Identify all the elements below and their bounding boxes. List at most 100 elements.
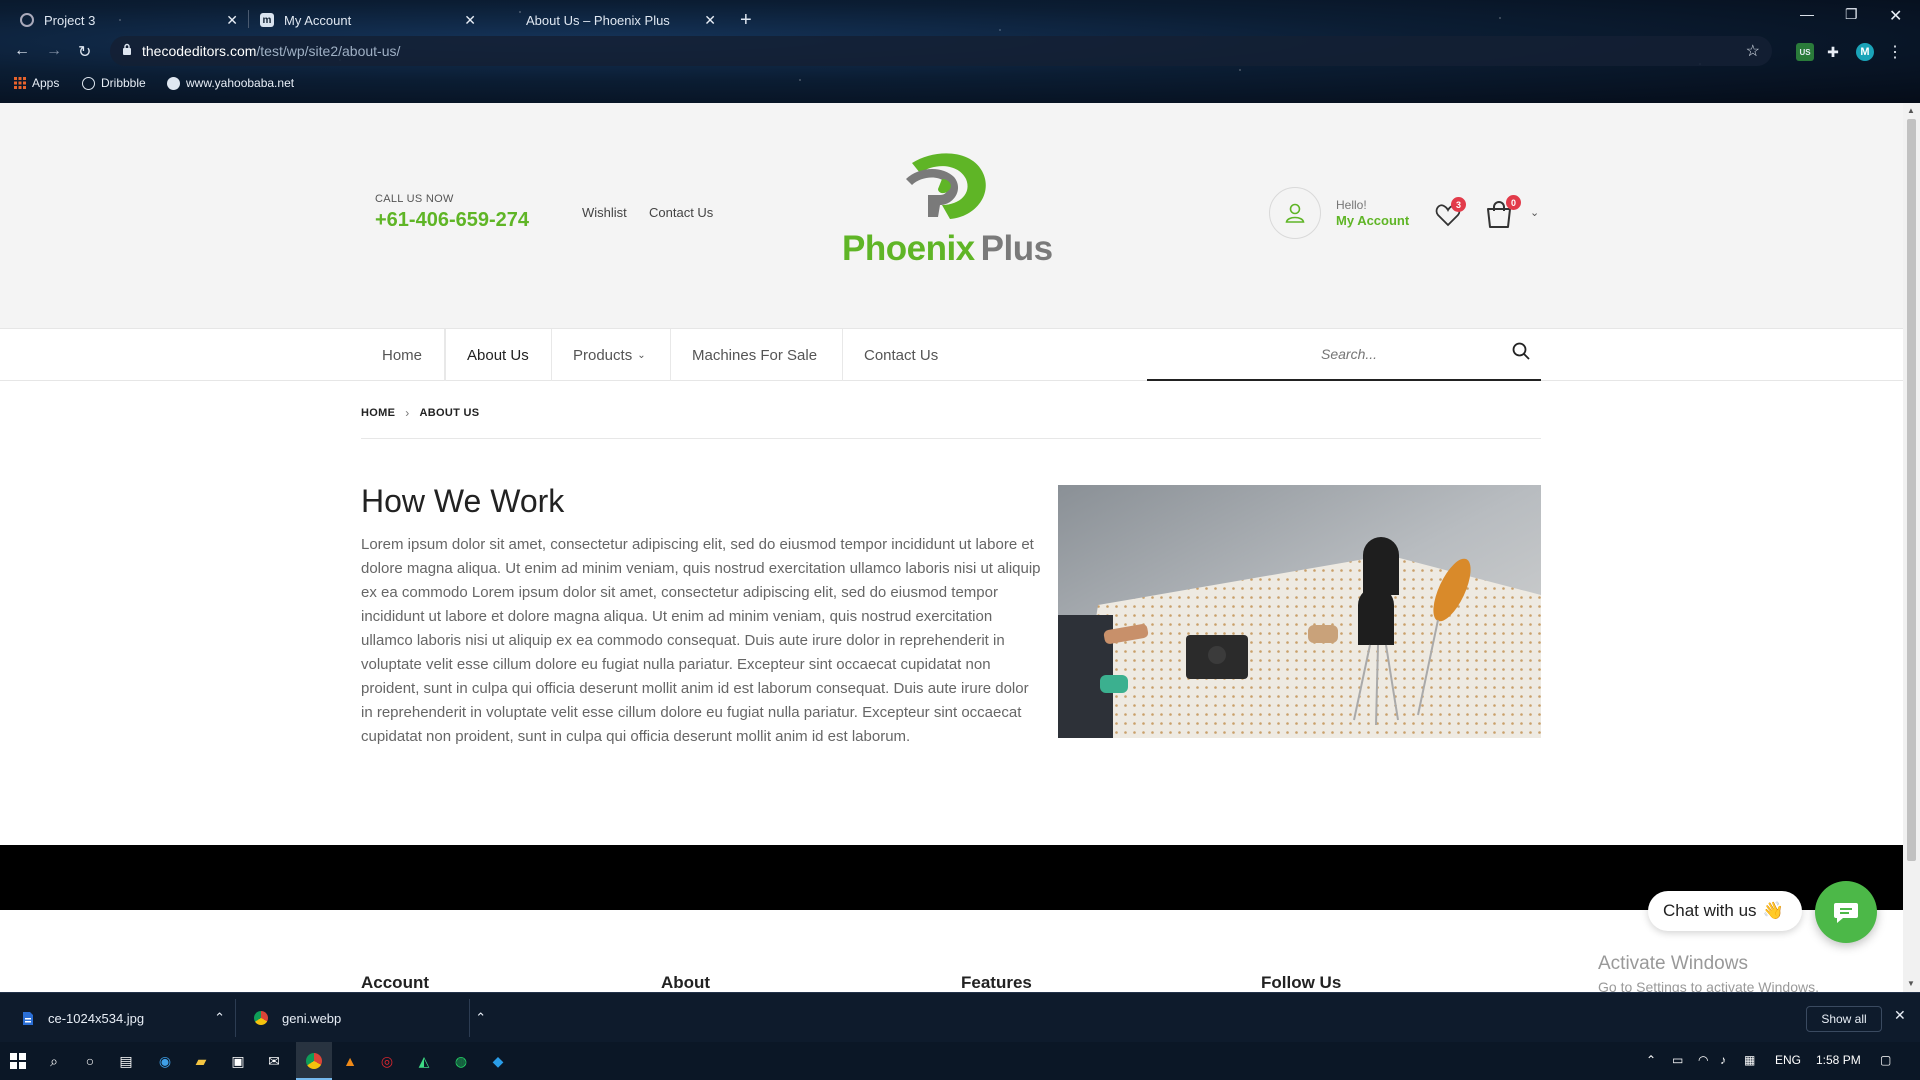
header-link-contact[interactable]: Contact Us <box>649 205 713 220</box>
nav-about-us[interactable]: About Us <box>445 329 552 381</box>
tab-title: About Us – Phoenix Plus <box>526 12 670 28</box>
download-item[interactable]: ce-1024x534.jpg ⌃ <box>22 993 225 1043</box>
nav-products[interactable]: Products ⌄ <box>552 329 671 381</box>
vscode-icon[interactable]: ◆ <box>488 1051 508 1071</box>
breadcrumb: HOME › ABOUT US <box>361 406 479 420</box>
network-icon[interactable]: ◠ <box>1698 1053 1708 1067</box>
nav-label: About Us <box>467 346 529 364</box>
account-button[interactable] <box>1269 187 1321 239</box>
my-account-link[interactable]: My Account <box>1336 213 1409 228</box>
extensions-puzzle-icon[interactable]: ✚ <box>1824 43 1842 61</box>
profile-avatar[interactable]: M <box>1856 43 1874 61</box>
clock[interactable]: 1:58 PM <box>1816 1053 1861 1067</box>
footer-heading-follow-us: Follow Us <box>1261 973 1342 992</box>
opera-icon[interactable]: ◎ <box>377 1051 397 1071</box>
reload-icon[interactable]: ↻ <box>78 42 91 62</box>
search-icon[interactable] <box>1512 342 1530 360</box>
bookmark-star-icon[interactable]: ☆ <box>1746 41 1760 61</box>
file-explorer-icon[interactable]: ▰ <box>191 1051 211 1071</box>
edge-icon[interactable]: ◉ <box>155 1051 175 1071</box>
tab-my-account[interactable]: m My Account ✕ <box>260 6 476 34</box>
url-text: thecodeditors.com/test/wp/site2/about-us… <box>142 43 400 59</box>
minimize-icon[interactable]: — <box>1800 6 1814 22</box>
url-host: thecodeditors.com <box>142 43 257 59</box>
task-view-icon[interactable]: ▤ <box>116 1051 136 1071</box>
chat-bubble-icon <box>1834 903 1858 923</box>
menu-dots-icon[interactable]: ⋮ <box>1886 43 1904 61</box>
new-tab-button[interactable]: + <box>740 6 758 34</box>
whatsapp-icon[interactable]: ◍ <box>451 1051 471 1071</box>
search-input[interactable] <box>1321 343 1501 365</box>
download-filename: ce-1024x534.jpg <box>48 1010 145 1026</box>
breadcrumb-current: ABOUT US <box>419 407 480 419</box>
bookmark-yahoobaba[interactable]: www.yahoobaba.net <box>167 76 294 90</box>
back-icon[interactable]: ← <box>14 42 30 60</box>
notification-icon[interactable]: ▢ <box>1880 1053 1891 1067</box>
forward-icon[interactable]: → <box>46 42 62 60</box>
close-window-icon[interactable]: ✕ <box>1889 6 1902 26</box>
chevron-up-icon[interactable]: ⌃ <box>475 1010 486 1026</box>
mail-icon[interactable]: ✉ <box>264 1051 284 1071</box>
show-all-button[interactable]: Show all <box>1806 1006 1882 1032</box>
scrollbar-thumb[interactable] <box>1907 119 1916 861</box>
bookmark-label: Dribbble <box>101 76 146 90</box>
windows-activation-watermark: Activate Windows Go to Settings to activ… <box>1598 953 1819 992</box>
windows-start-icon[interactable] <box>8 1051 28 1071</box>
search-box <box>1147 329 1541 381</box>
cart-chevron-down-icon[interactable]: ⌄ <box>1530 206 1539 219</box>
address-bar[interactable]: thecodeditors.com/test/wp/site2/about-us… <box>110 36 1772 66</box>
page-scrollbar[interactable]: ▲ ▼ <box>1903 103 1920 992</box>
close-tab-icon[interactable]: ✕ <box>464 12 476 29</box>
dribbble-icon <box>82 76 95 90</box>
vlc-icon[interactable]: ▲ <box>340 1051 360 1071</box>
wishlist-button[interactable]: 3 <box>1435 197 1466 229</box>
nav-home[interactable]: Home <box>361 329 445 381</box>
site-logo[interactable]: Phoenix Plus <box>842 149 1054 269</box>
keyboard-icon[interactable]: ▦ <box>1744 1053 1755 1067</box>
github-icon <box>20 13 34 27</box>
bookmark-dribbble[interactable]: Dribbble <box>82 76 146 90</box>
chevron-right-icon: › <box>405 406 410 420</box>
scroll-down-icon[interactable]: ▼ <box>1907 979 1915 988</box>
extension-badge: US <box>1799 47 1811 57</box>
nav-label: Products <box>573 346 633 364</box>
phone-number[interactable]: +61-406-659-274 <box>375 209 529 232</box>
language-indicator[interactable]: ENG <box>1775 1053 1801 1067</box>
cart-button[interactable]: 0 <box>1484 195 1521 229</box>
logo-word-plus: Plus <box>980 229 1053 268</box>
chat-button[interactable] <box>1815 881 1877 943</box>
search-taskbar-icon[interactable]: ⌕ <box>44 1051 64 1071</box>
scroll-up-icon[interactable]: ▲ <box>1907 106 1915 115</box>
bookmark-apps[interactable]: Apps <box>14 76 59 90</box>
windows-taskbar: ⌕ ○ ▤ ◉ ▰ ▣ ✉ ▲ ◎ ◭ ◍ ◆ ⌃ ▭ ◠ ♪ ▦ ENG 1:… <box>0 1042 1920 1080</box>
chrome-taskbar-icon[interactable] <box>304 1051 324 1071</box>
m-site-icon: m <box>260 13 274 27</box>
cortana-icon[interactable]: ○ <box>80 1051 100 1071</box>
chat-with-us-label[interactable]: Chat with us 👋 <box>1648 891 1802 931</box>
close-tab-icon[interactable]: ✕ <box>704 12 716 29</box>
header-link-wishlist[interactable]: Wishlist <box>582 205 627 220</box>
tab-title: My Account <box>284 12 352 28</box>
chrome-icon <box>254 1011 268 1025</box>
bookmark-label: Apps <box>32 76 60 90</box>
android-studio-icon[interactable]: ◭ <box>414 1051 434 1071</box>
nav-machines-for-sale[interactable]: Machines For Sale <box>671 329 843 381</box>
bookmark-label: www.yahoobaba.net <box>186 76 295 90</box>
extension-us-icon[interactable]: US <box>1796 43 1814 61</box>
chevron-up-icon[interactable]: ⌃ <box>214 1010 225 1026</box>
battery-icon[interactable]: ▭ <box>1672 1053 1683 1067</box>
hello-label: Hello! <box>1336 198 1367 212</box>
volume-icon[interactable]: ♪ <box>1720 1053 1726 1067</box>
page-viewport: CALL US NOW +61-406-659-274 Wishlist Con… <box>0 103 1903 992</box>
tab-project-3[interactable]: Project 3 ✕ <box>20 6 238 34</box>
download-item[interactable]: geni.webp ⌃ <box>254 993 486 1043</box>
nav-contact-us[interactable]: Contact Us <box>843 329 963 381</box>
close-tab-icon[interactable]: ✕ <box>226 12 238 29</box>
tray-chevron-up-icon[interactable]: ⌃ <box>1646 1053 1656 1067</box>
restore-icon[interactable]: ❐ <box>1845 6 1858 23</box>
store-icon[interactable]: ▣ <box>228 1051 248 1071</box>
close-downloads-icon[interactable]: ✕ <box>1894 1007 1906 1024</box>
breadcrumb-home[interactable]: HOME <box>361 407 395 419</box>
tab-about-us[interactable]: About Us – Phoenix Plus ✕ <box>502 6 716 34</box>
download-divider <box>469 999 470 1037</box>
